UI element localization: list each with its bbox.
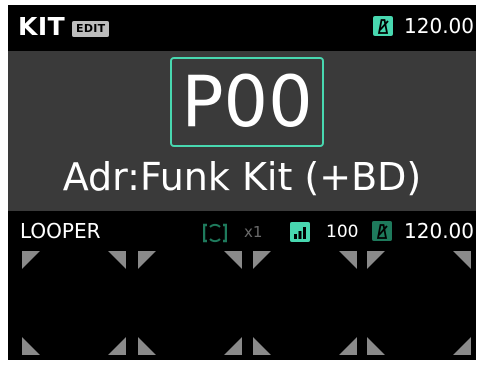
looper-label: LOOPER xyxy=(20,219,101,243)
preset-selector[interactable]: P00 xyxy=(170,57,324,147)
metronome-icon[interactable] xyxy=(372,221,392,241)
looper-pad-4[interactable] xyxy=(367,251,471,355)
preset-panel: P00 Adr:Funk Kit (+BD) xyxy=(8,51,476,211)
mode-label: KIT xyxy=(18,12,66,41)
header-tempo: 120.00 xyxy=(404,14,474,38)
preset-number: P00 xyxy=(181,61,313,143)
looper-pad-3[interactable] xyxy=(253,251,357,355)
kit-name: Adr:Funk Kit (+BD) xyxy=(62,155,422,199)
looper-volume: 100 xyxy=(326,222,359,242)
header-bar: KIT EDIT 120.00 xyxy=(8,5,476,51)
volume-bars-icon[interactable] xyxy=(290,222,310,242)
device-screen: KIT EDIT 120.00 P00 Adr:Funk Kit (+BD) L… xyxy=(8,5,476,360)
looper-pad-1[interactable] xyxy=(22,251,126,355)
looper-panel: LOOPER x1 100 120.00 xyxy=(8,211,476,360)
metronome-icon[interactable] xyxy=(373,16,393,36)
looper-tempo: 120.00 xyxy=(404,219,474,243)
loop-icon[interactable] xyxy=(203,222,227,244)
looper-pad-2[interactable] xyxy=(138,251,242,355)
edit-badge[interactable]: EDIT xyxy=(72,21,110,37)
loop-count: x1 xyxy=(244,223,263,241)
